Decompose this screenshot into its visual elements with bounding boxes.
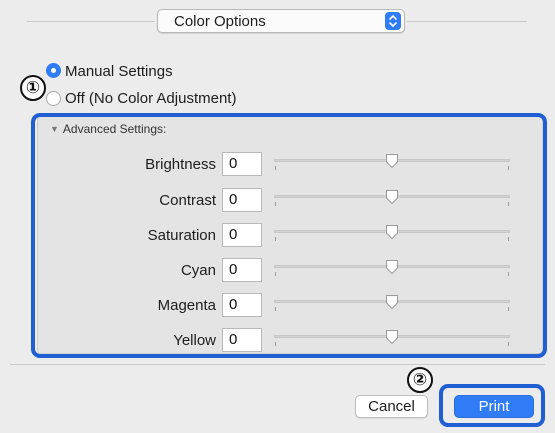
popup-arrows-icon bbox=[385, 12, 401, 30]
brightness-slider[interactable] bbox=[274, 153, 510, 175]
off-no-color-adjustment-label[interactable]: Off (No Color Adjustment) bbox=[65, 90, 236, 107]
cyan-slider[interactable] bbox=[274, 259, 510, 281]
slider-thumb[interactable] bbox=[385, 224, 399, 240]
magenta-label: Magenta bbox=[157, 297, 216, 314]
slider-thumb[interactable] bbox=[385, 189, 399, 205]
saturation-slider[interactable] bbox=[274, 224, 510, 246]
slider-max-tick bbox=[508, 237, 509, 241]
slider-min-tick bbox=[275, 166, 276, 170]
yellow-label: Yellow bbox=[173, 332, 216, 349]
contrast-slider[interactable] bbox=[274, 189, 510, 211]
callout-marker-2: ② bbox=[407, 367, 433, 393]
slider-thumb[interactable] bbox=[385, 153, 399, 169]
slider-max-tick bbox=[508, 166, 509, 170]
bottom-separator bbox=[10, 364, 545, 365]
advanced-settings-header[interactable]: ▼ Advanced Settings: bbox=[50, 122, 166, 136]
disclosure-triangle-down-icon: ▼ bbox=[50, 124, 59, 134]
top-separator-right bbox=[407, 21, 527, 22]
manual-settings-label[interactable]: Manual Settings bbox=[65, 63, 173, 80]
top-separator-left bbox=[27, 21, 155, 22]
slider-min-tick bbox=[275, 307, 276, 311]
brightness-label: Brightness bbox=[145, 156, 216, 173]
cyan-field[interactable]: 0 bbox=[222, 258, 262, 282]
slider-min-tick bbox=[275, 272, 276, 276]
callout-marker-1: ① bbox=[20, 75, 46, 101]
contrast-field[interactable]: 0 bbox=[222, 188, 262, 212]
slider-max-tick bbox=[508, 272, 509, 276]
slider-max-tick bbox=[508, 202, 509, 206]
saturation-label: Saturation bbox=[147, 227, 216, 244]
magenta-slider[interactable] bbox=[274, 294, 510, 316]
print-button[interactable]: Print bbox=[454, 395, 534, 418]
brightness-field[interactable]: 0 bbox=[222, 152, 262, 176]
manual-settings-radio[interactable] bbox=[46, 63, 61, 78]
yellow-field[interactable]: 0 bbox=[222, 328, 262, 352]
contrast-label: Contrast bbox=[159, 192, 216, 209]
slider-min-tick bbox=[275, 342, 276, 346]
popup-label: Color Options bbox=[174, 13, 266, 30]
saturation-field[interactable]: 0 bbox=[222, 223, 262, 247]
slider-min-tick bbox=[275, 237, 276, 241]
slider-max-tick bbox=[508, 342, 509, 346]
slider-max-tick bbox=[508, 307, 509, 311]
color-options-popup[interactable]: Color Options bbox=[157, 9, 405, 33]
yellow-slider[interactable] bbox=[274, 329, 510, 351]
cancel-button[interactable]: Cancel bbox=[355, 395, 428, 418]
slider-thumb[interactable] bbox=[385, 294, 399, 310]
slider-thumb[interactable] bbox=[385, 259, 399, 275]
cyan-label: Cyan bbox=[180, 262, 216, 279]
advanced-settings-label: Advanced Settings: bbox=[62, 122, 167, 136]
slider-thumb[interactable] bbox=[385, 329, 399, 345]
slider-min-tick bbox=[275, 202, 276, 206]
off-no-color-adjustment-radio[interactable] bbox=[46, 91, 61, 106]
magenta-field[interactable]: 0 bbox=[222, 293, 262, 317]
